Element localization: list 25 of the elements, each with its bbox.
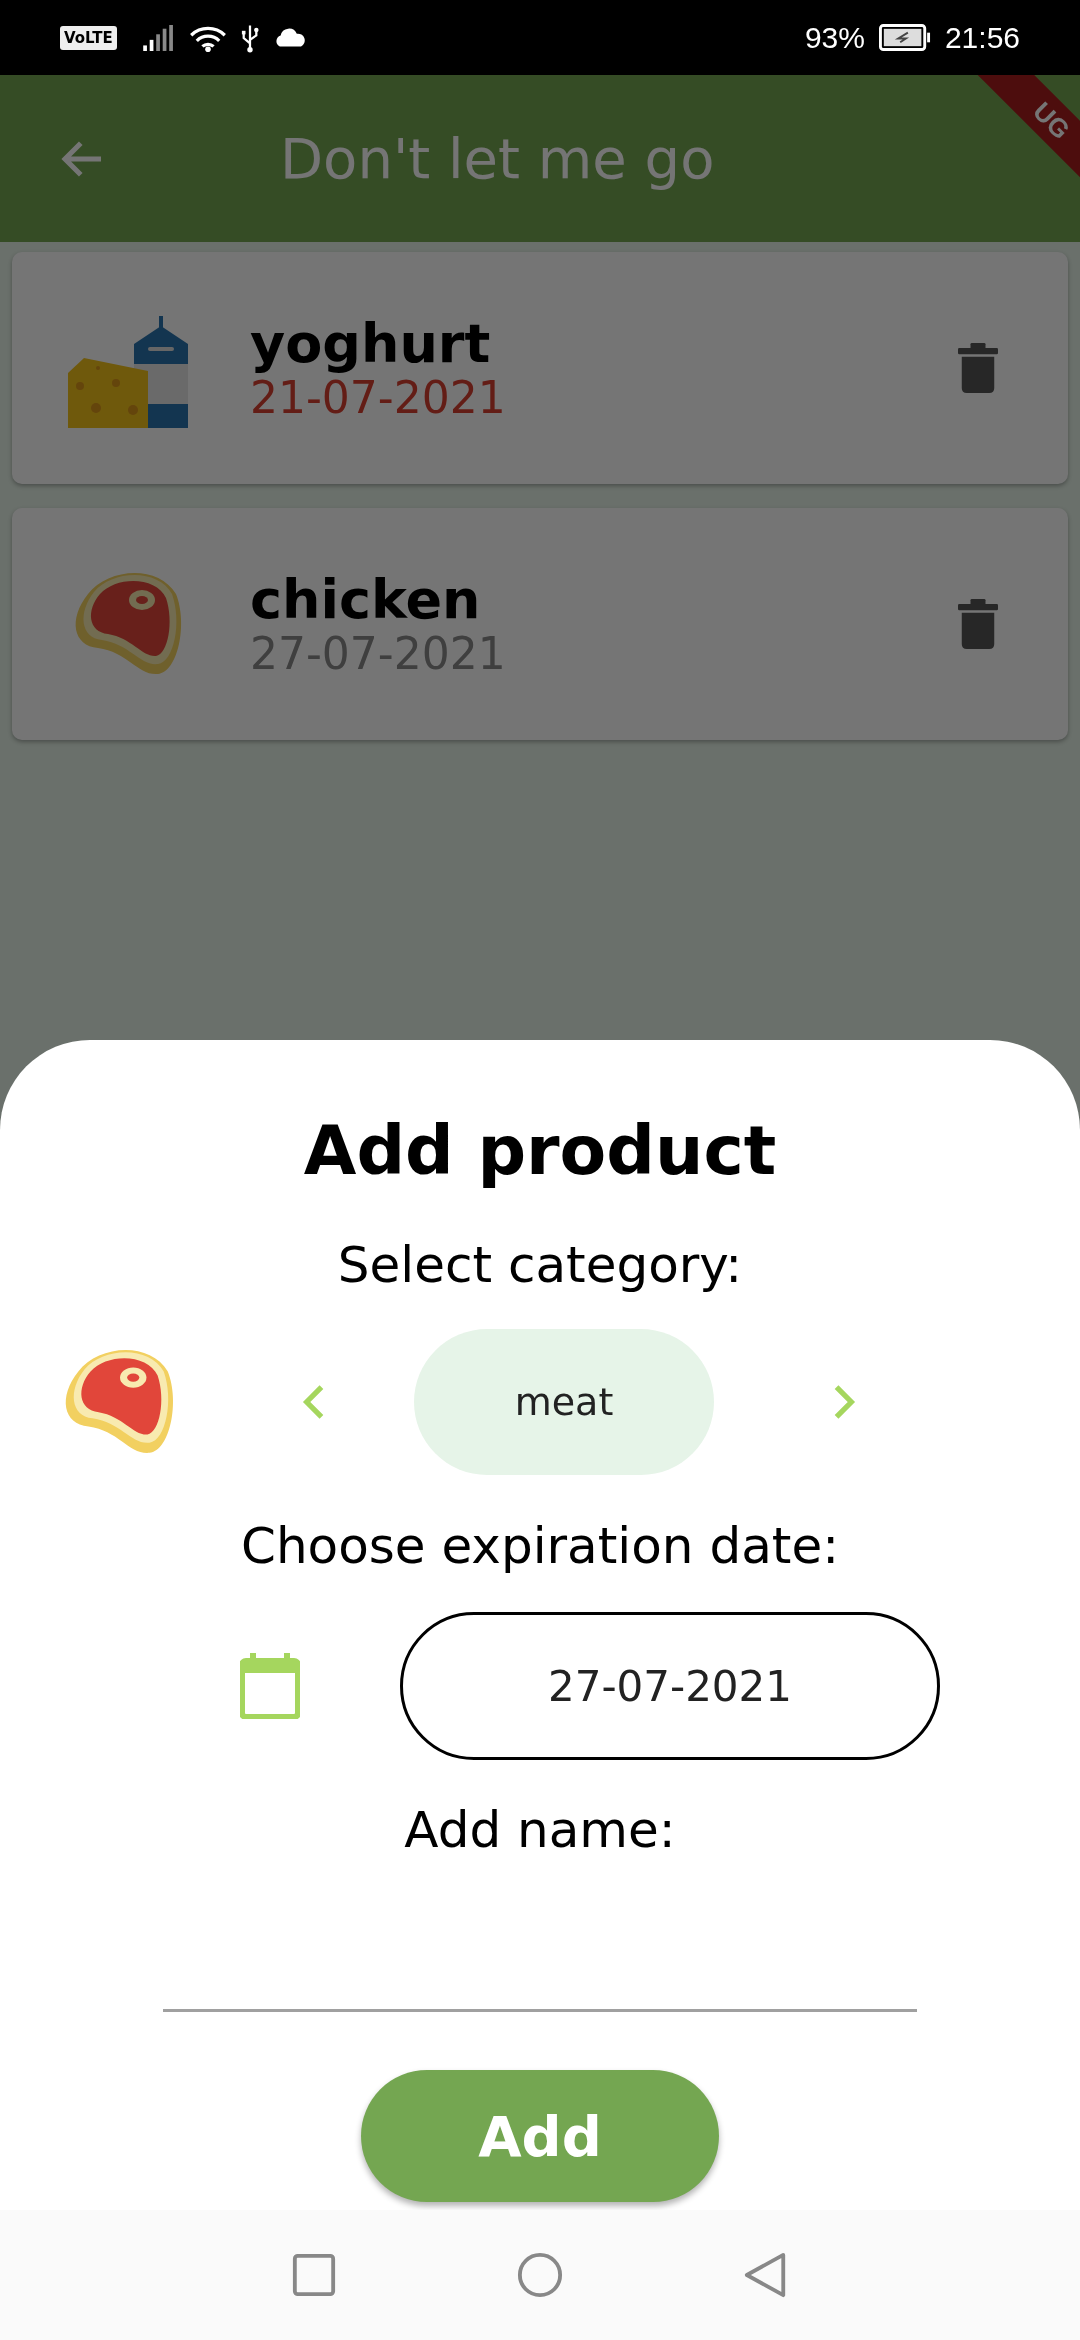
calendar-icon[interactable] [240, 1653, 300, 1719]
product-card[interactable]: yoghurt 21-07-2021 [12, 252, 1068, 484]
signal-icon [142, 24, 175, 51]
category-label: Select category: [337, 1235, 743, 1296]
recents-icon[interactable] [291, 2252, 337, 2298]
category-chip: meat [414, 1329, 714, 1475]
chevron-right-icon[interactable] [832, 1383, 858, 1421]
trash-icon[interactable] [958, 597, 998, 651]
product-name: chicken [250, 570, 482, 630]
volte-icon: VoLTE [60, 25, 117, 50]
usb-icon [240, 22, 259, 53]
product-name: yoghurt [250, 314, 492, 374]
name-label: Add name: [404, 1800, 676, 1861]
chevron-left-icon[interactable] [300, 1383, 326, 1421]
trash-icon[interactable] [958, 341, 998, 395]
date-label: Choose expiration date: [240, 1516, 839, 1577]
sheet-title: Add product [303, 1110, 777, 1192]
clock: 21:56 [944, 20, 1020, 55]
home-icon[interactable] [517, 2252, 563, 2298]
add-button[interactable]: Add [361, 2070, 719, 2202]
expiration-date: 21-07-2021 [250, 373, 507, 422]
battery-icon [878, 24, 931, 51]
date-field[interactable]: 27-07-2021 [400, 1612, 940, 1760]
battery-percent: 93% [804, 20, 865, 55]
app-title: Don't let me go [280, 126, 715, 191]
